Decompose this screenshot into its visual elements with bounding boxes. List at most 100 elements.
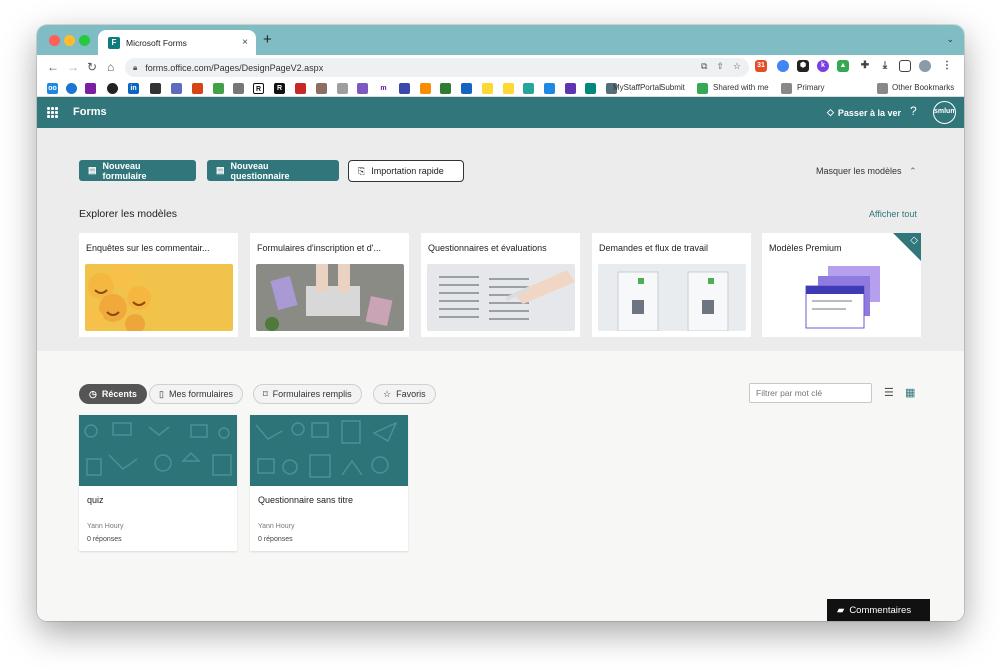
bookmarks-bar: oo in R R m MyStaffPortal Submit Shared …: [37, 80, 964, 97]
share-icon[interactable]: ⇧: [716, 61, 724, 72]
new-quiz-icon: ▤: [216, 165, 225, 175]
download-icon[interactable]: ⤓: [879, 60, 891, 72]
bookmark-icon[interactable]: [482, 83, 493, 94]
bookmark-icon[interactable]: [585, 83, 596, 94]
bookmark-icon[interactable]: m: [378, 83, 389, 94]
bookmark-icon[interactable]: R: [253, 83, 264, 94]
browser-window: F Microsoft Forms × + ⌄ ← → ↻ ⌂ 🔒︎ forms…: [37, 25, 964, 621]
bookmark-shared-with-me[interactable]: Shared with me: [713, 83, 769, 92]
clock-icon: ◷: [89, 388, 97, 399]
laptop-desk-image: [256, 264, 404, 331]
browser-menu-icon[interactable]: ⋮: [941, 60, 953, 72]
list-view-icon[interactable]: ☰: [884, 386, 894, 399]
bookmark-icon[interactable]: in: [128, 83, 139, 94]
new-form-label: Nouveau formulaire: [102, 160, 147, 181]
grid-view-icon[interactable]: ▦: [905, 386, 915, 399]
quick-import-button[interactable]: ⎘ Importation rapide: [348, 160, 464, 182]
bookmark-mystaffportal[interactable]: MyStaffPortal: [613, 83, 661, 92]
drive-icon: [697, 83, 708, 94]
extension-drive-icon[interactable]: ▲: [837, 60, 849, 72]
template-card-quizzes[interactable]: Questionnaires et évaluations: [421, 233, 580, 337]
bookmark-icon[interactable]: R: [274, 83, 285, 94]
office-doors-image: [598, 264, 746, 331]
bookmark-icon[interactable]: [171, 83, 182, 94]
home-icon[interactable]: ⌂: [107, 59, 114, 75]
bookmark-icon[interactable]: [192, 83, 203, 94]
app-launcher-icon[interactable]: [47, 107, 58, 118]
extension-k-icon[interactable]: k: [817, 60, 829, 72]
hide-models-label: Masquer les modèles: [816, 166, 902, 176]
lock-icon: 🔒︎: [133, 62, 138, 72]
extension-circle-icon[interactable]: [777, 60, 789, 72]
tab-recent[interactable]: ◷ Récents: [79, 384, 147, 404]
bookmark-primary[interactable]: Primary: [797, 83, 825, 92]
bookmark-icon[interactable]: [544, 83, 555, 94]
bookmark-submit[interactable]: Submit: [660, 83, 685, 92]
bookmark-icon[interactable]: [357, 83, 368, 94]
import-icon: ⎘: [358, 165, 366, 176]
sidebar-icon[interactable]: [899, 60, 911, 72]
form-card-title: Questionnaire sans titre: [258, 495, 354, 505]
bookmark-icon[interactable]: [85, 83, 96, 94]
upgrade-button[interactable]: ◇ Passer à la ver: [827, 107, 901, 118]
bookmark-icon[interactable]: [461, 83, 472, 94]
diamond-icon: ◇: [910, 235, 918, 246]
tab-my-forms[interactable]: ▯ Mes formulaires: [149, 384, 243, 404]
tab-search-chevron-icon[interactable]: ⌄: [946, 34, 954, 45]
see-all-link[interactable]: Afficher tout: [869, 209, 917, 219]
bookmark-icon[interactable]: oo: [47, 83, 58, 94]
bookmark-icon[interactable]: [523, 83, 534, 94]
bookmark-icon[interactable]: [107, 83, 118, 94]
extensions-puzzle-icon[interactable]: ✚: [859, 60, 871, 72]
form-card-owner: Yann Houry: [87, 523, 124, 530]
bookmark-icon[interactable]: [213, 83, 224, 94]
address-bar[interactable]: 🔒︎ forms.office.com/Pages/DesignPageV2.a…: [125, 58, 749, 77]
bookmark-icon[interactable]: [420, 83, 431, 94]
forward-arrow-icon[interactable]: →: [67, 59, 79, 75]
bookmark-icon[interactable]: [337, 83, 348, 94]
bookmark-star-icon[interactable]: ☆: [733, 61, 741, 72]
new-form-button[interactable]: ▤ Nouveau formulaire: [79, 160, 196, 181]
app-name[interactable]: Forms: [73, 106, 107, 118]
feedback-button[interactable]: ▰ Commentaires: [827, 599, 930, 621]
close-window-button[interactable]: [49, 35, 60, 46]
translate-icon[interactable]: ⧉: [701, 61, 707, 72]
browser-tab[interactable]: F Microsoft Forms ×: [98, 30, 256, 55]
recent-forms-section: ◷ Récents ▯ Mes formulaires ⌑ Formulaire…: [37, 351, 964, 621]
template-card-feedback[interactable]: Enquêtes sur les commentair...: [79, 233, 238, 337]
profile-avatar-icon[interactable]: [919, 60, 931, 72]
form-card[interactable]: Questionnaire sans titre Yann Houry 0 ré…: [250, 415, 408, 551]
bookmark-icon[interactable]: [66, 83, 77, 94]
maximize-window-button[interactable]: [79, 35, 90, 46]
user-avatar[interactable]: smlum: [933, 101, 956, 124]
bookmark-other-bookmarks[interactable]: Other Bookmarks: [892, 83, 954, 92]
template-card-premium[interactable]: Modèles Premium ◇: [762, 233, 921, 337]
help-icon[interactable]: ?: [910, 104, 917, 118]
bookmark-icon[interactable]: [295, 83, 306, 94]
reload-icon[interactable]: ↻: [87, 59, 97, 75]
bookmark-icon[interactable]: [440, 83, 451, 94]
new-tab-button[interactable]: +: [263, 32, 272, 47]
new-quiz-button[interactable]: ▤ Nouveau questionnaire: [207, 160, 339, 181]
extension-calendar-icon[interactable]: 31: [755, 60, 767, 72]
form-card[interactable]: quiz Yann Houry 0 réponses: [79, 415, 237, 551]
app-header: Forms ◇ Passer à la ver ? smlum: [37, 97, 964, 128]
template-card-workflows[interactable]: Demandes et flux de travail: [592, 233, 751, 337]
template-card-registration[interactable]: Formulaires d'inscription et d'...: [250, 233, 409, 337]
comment-icon: ▰: [837, 604, 845, 616]
bookmark-icon[interactable]: [233, 83, 244, 94]
back-arrow-icon[interactable]: ←: [47, 59, 59, 75]
bookmark-icon[interactable]: [399, 83, 410, 94]
bookmark-icon[interactable]: [503, 83, 514, 94]
hide-models-toggle[interactable]: Masquer les modèles ⌃: [816, 166, 917, 177]
tab-close-button[interactable]: ×: [242, 37, 248, 48]
bookmark-icon[interactable]: [565, 83, 576, 94]
url-text: forms.office.com/Pages/DesignPageV2.aspx: [145, 62, 324, 73]
bookmark-icon[interactable]: [150, 83, 161, 94]
tab-filled-forms[interactable]: ⌑ Formulaires remplis: [253, 384, 362, 404]
extension-hex-icon[interactable]: ⬢: [797, 60, 809, 72]
minimize-window-button[interactable]: [64, 35, 75, 46]
keyword-filter-input[interactable]: Filtrer par mot clé: [749, 383, 872, 403]
tab-favorites[interactable]: ☆ Favoris: [373, 384, 436, 404]
bookmark-icon[interactable]: [316, 83, 327, 94]
